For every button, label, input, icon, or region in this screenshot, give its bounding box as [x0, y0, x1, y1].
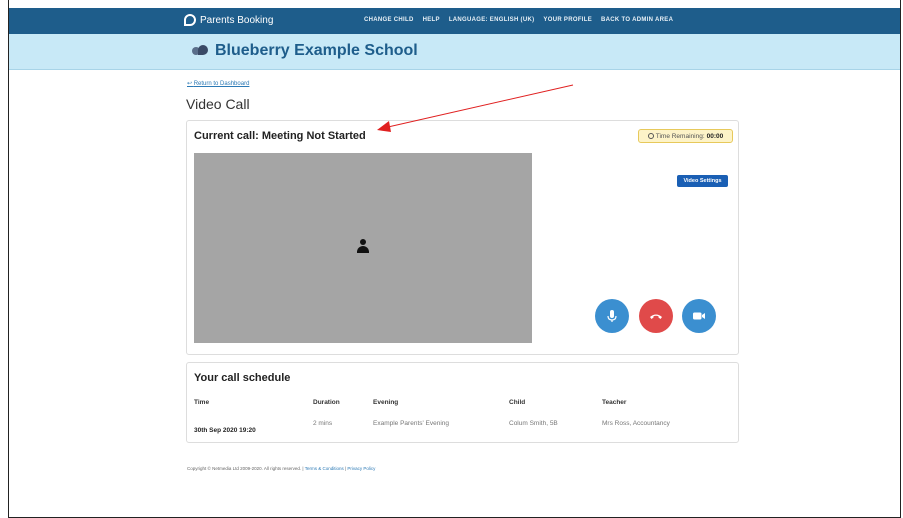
cell-duration: 2 mins — [313, 420, 333, 427]
school-name: Blueberry Example School — [215, 42, 418, 59]
time-remaining-value: 00:00 — [706, 132, 724, 140]
nav-change-child[interactable]: CHANGE CHILD — [364, 17, 414, 23]
cell-teacher: Mrs Ross, Accountancy — [602, 420, 670, 427]
microphone-button[interactable] — [595, 299, 629, 333]
time-remaining-badge: Time Remaining: 00:00 — [638, 129, 733, 143]
call-schedule-card: Your call schedule Time Duration Evening… — [186, 362, 739, 443]
parents-booking-icon — [184, 14, 196, 26]
terms-link[interactable]: Terms & Conditions — [305, 466, 344, 471]
camera-icon — [693, 312, 705, 320]
parents-booking-logo[interactable]: Parents Booking — [184, 14, 273, 26]
camera-button[interactable] — [682, 299, 716, 333]
hang-up-icon — [650, 314, 662, 319]
school-crest-icon — [192, 45, 208, 57]
page-title: Video Call — [186, 96, 250, 112]
nav-help[interactable]: HELP — [423, 17, 440, 23]
clock-icon — [647, 133, 654, 139]
hang-up-button[interactable] — [639, 299, 673, 333]
brand-label: Parents Booking — [200, 14, 274, 26]
privacy-link[interactable]: Privacy Policy — [347, 466, 375, 471]
school-header: Blueberry Example School — [192, 42, 418, 60]
time-remaining-label: Time Remaining: — [655, 132, 705, 140]
nav-back-to-admin[interactable]: BACK TO ADMIN AREA — [601, 17, 673, 23]
cell-evening: Example Parents' Evening — [373, 420, 450, 427]
video-area — [194, 153, 532, 343]
top-navigation-bar: Parents Booking CHANGE CHILD HELP LANGUA… — [9, 8, 900, 34]
nav-your-profile[interactable]: YOUR PROFILE — [543, 17, 592, 23]
return-to-dashboard-link[interactable]: ↩ Return to Dashboard — [187, 80, 249, 87]
return-link-label: Return to Dashboard — [193, 81, 250, 87]
video-settings-button[interactable]: Video Settings — [677, 175, 728, 187]
column-header-duration: Duration — [313, 399, 340, 406]
current-call-title: Current call: Meeting Not Started — [194, 130, 366, 142]
copyright-text: Copyright © Netmedia Ltd 2009-2020. All … — [187, 466, 304, 471]
cell-child: Colum Smith, 5B — [509, 420, 558, 427]
top-nav-links: CHANGE CHILD HELP LANGUAGE: ENGLISH (UK)… — [364, 17, 673, 23]
call-schedule-title: Your call schedule — [194, 372, 291, 384]
nav-language[interactable]: LANGUAGE: ENGLISH (UK) — [449, 17, 535, 23]
column-header-teacher: Teacher — [602, 399, 627, 406]
column-header-child: Child — [509, 399, 526, 406]
school-banner: Blueberry Example School — [9, 34, 900, 70]
column-header-time: Time — [194, 399, 210, 406]
cell-time: 30th Sep 2020 19:20 — [194, 427, 256, 434]
current-call-card: Current call: Meeting Not Started Time R… — [186, 120, 739, 355]
microphone-icon — [607, 310, 617, 322]
footer: Copyright © Netmedia Ltd 2009-2020. All … — [187, 466, 376, 471]
person-placeholder-icon — [356, 239, 370, 253]
column-header-evening: Evening — [373, 399, 399, 406]
